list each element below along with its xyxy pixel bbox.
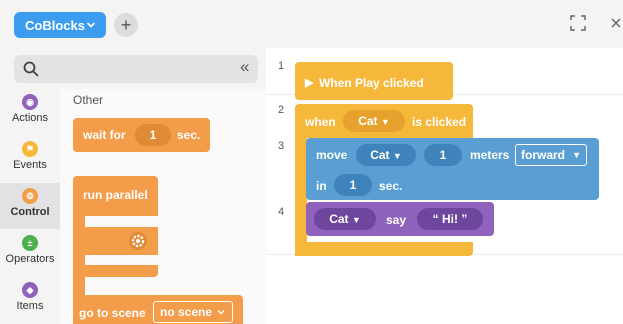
row-number: 2 — [278, 104, 285, 116]
direction-value: forward — [521, 148, 566, 162]
say-label: say — [386, 213, 407, 227]
close-icon[interactable] — [609, 14, 623, 32]
wait-for-block[interactable]: wait for 1 sec. — [73, 118, 210, 152]
in-label: in — [316, 179, 327, 193]
app-window: CoBlocks + « ◉ Actions ⚑ Events ⚙ Contro… — [0, 0, 623, 324]
block-list: Other wait for 1 sec. run parallel go to… — [60, 89, 266, 324]
move-block[interactable]: move Cat ▼ 1 meters forward ▼ in 1 sec. — [306, 138, 599, 200]
script-workspace[interactable]: 1 2 3 4 ▶ When Play clicked when Cat ▼ i… — [266, 48, 623, 324]
section-label: Other — [73, 93, 104, 107]
run-parallel-label: run parallel — [83, 188, 148, 202]
row-number: 1 — [278, 60, 285, 72]
category-items[interactable]: ◆ Items — [0, 277, 60, 323]
move-amount-input[interactable]: 1 — [424, 144, 462, 166]
chevron-down-icon: ▼ — [380, 117, 390, 127]
category-label: Items — [16, 300, 44, 312]
chevron-down-icon — [87, 22, 95, 28]
run-parallel-block[interactable]: run parallel — [73, 176, 158, 216]
scene-select-value: no scene — [160, 305, 213, 319]
chevron-down-icon: ▼ — [392, 151, 402, 161]
run-parallel-bottom — [73, 265, 158, 277]
category-actions[interactable]: ◉ Actions — [0, 89, 60, 135]
actions-icon: ◉ — [22, 94, 38, 110]
app-title: CoBlocks — [25, 17, 85, 33]
say-text-input[interactable]: “ Hi! ” — [417, 208, 483, 230]
app-menu-button[interactable]: CoBlocks — [14, 12, 106, 38]
block-palette: « ◉ Actions ⚑ Events ⚙ Control ± Operato… — [0, 48, 266, 324]
operators-icon: ± — [22, 235, 38, 251]
wait-unit-label: sec. — [177, 128, 201, 142]
move-target-value: Cat — [370, 148, 390, 162]
chevron-down-icon: ▼ — [572, 150, 581, 160]
move-label: move — [316, 148, 348, 162]
events-icon: ⚑ — [22, 141, 38, 157]
category-label: Control — [10, 206, 50, 218]
add-button[interactable]: + — [114, 13, 138, 37]
category-label: Operators — [5, 253, 55, 265]
when-clicked-block[interactable]: when Cat ▼ is clicked — [295, 104, 473, 138]
play-icon: ▶ — [305, 77, 314, 89]
wait-value-pill[interactable]: 1 — [135, 124, 171, 146]
in-value-input[interactable]: 1 — [334, 174, 372, 196]
in-unit-label: sec. — [379, 179, 403, 193]
is-clicked-label: is clicked — [412, 115, 467, 129]
category-label: Events — [13, 159, 47, 171]
search-icon — [23, 61, 39, 77]
control-icon: ⚙ — [22, 188, 38, 204]
chevron-down-icon — [217, 309, 225, 315]
say-target-value: Cat — [329, 212, 349, 226]
direction-select[interactable]: forward ▼ — [515, 144, 587, 166]
top-bar: CoBlocks + — [0, 0, 623, 48]
chevron-down-icon: ▼ — [351, 215, 361, 225]
when-clicked-bottom — [295, 242, 473, 256]
items-icon: ◆ — [22, 282, 38, 298]
go-to-scene-block[interactable]: go to scene no scene — [73, 295, 243, 324]
move-target-select[interactable]: Cat ▼ — [356, 144, 416, 166]
row-number: 3 — [278, 140, 285, 152]
run-parallel-middle — [73, 227, 158, 255]
search-input[interactable] — [14, 55, 258, 83]
say-target-select[interactable]: Cat ▼ — [314, 208, 376, 230]
when-play-label: When Play clicked — [319, 76, 424, 90]
category-list: ◉ Actions ⚑ Events ⚙ Control ± Operators… — [0, 89, 60, 324]
category-operators[interactable]: ± Operators — [0, 230, 60, 276]
category-events[interactable]: ⚑ Events — [0, 136, 60, 182]
wait-for-label: wait for — [83, 128, 126, 142]
category-control[interactable]: ⚙ Control — [0, 183, 60, 229]
say-block[interactable]: Cat ▼ say “ Hi! ” — [306, 202, 494, 236]
when-label: when — [305, 115, 336, 129]
go-to-scene-label: go to scene — [79, 306, 146, 320]
collapse-palette-button[interactable]: « — [240, 58, 250, 76]
row-number: 4 — [278, 206, 285, 218]
gear-icon[interactable] — [128, 231, 148, 251]
meters-label: meters — [470, 148, 510, 162]
category-label: Actions — [11, 112, 49, 124]
fullscreen-icon[interactable] — [569, 14, 587, 32]
scene-select[interactable]: no scene — [153, 301, 233, 323]
when-play-clicked-block[interactable]: ▶ When Play clicked — [295, 62, 453, 100]
when-target-value: Cat — [358, 114, 378, 128]
when-target-select[interactable]: Cat ▼ — [343, 110, 405, 132]
